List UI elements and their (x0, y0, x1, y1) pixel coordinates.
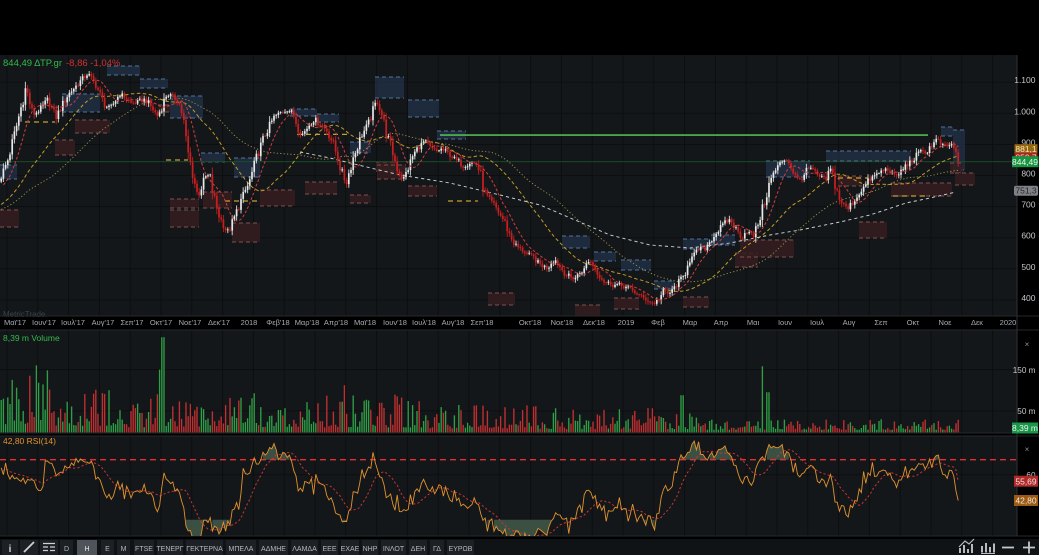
svg-text:55,69: 55,69 (1015, 476, 1037, 486)
svg-text:Νοε'17: Νοε'17 (179, 318, 202, 327)
svg-text:Δεκ'18: Δεκ'18 (583, 318, 605, 327)
svg-text:ΕΥΡΩΒ: ΕΥΡΩΒ (449, 546, 473, 553)
svg-text:400: 400 (1021, 293, 1035, 303)
svg-text:844,49: 844,49 (1012, 157, 1038, 167)
svg-text:1.100: 1.100 (1014, 75, 1036, 85)
svg-text:ΑΔΜΗΕ: ΑΔΜΗΕ (261, 546, 286, 553)
svg-text:844,49 ΔΤΡ.gr: 844,49 ΔΤΡ.gr (3, 58, 62, 69)
svg-text:2018: 2018 (241, 318, 258, 327)
svg-text:Οκτ: Οκτ (907, 318, 920, 327)
svg-text:42,80 RSI(14): 42,80 RSI(14) (3, 436, 56, 446)
svg-text:Μαρ: Μαρ (683, 318, 698, 327)
svg-text:Ιουν: Ιουν (778, 318, 792, 327)
svg-text:×: × (1025, 340, 1030, 349)
svg-text:×: × (1025, 445, 1030, 454)
svg-text:800: 800 (1021, 169, 1035, 179)
svg-text:ΓΔ: ΓΔ (433, 546, 441, 553)
svg-text:Σεπ'17: Σεπ'17 (121, 318, 144, 327)
svg-text:Μαρ'18: Μαρ'18 (295, 318, 320, 327)
svg-text:Οκτ'18: Οκτ'18 (519, 318, 541, 327)
svg-text:-8,86 -1,04%: -8,86 -1,04% (66, 58, 121, 69)
svg-text:ΝΗΡ: ΝΗΡ (363, 546, 378, 553)
svg-text:8,39 m: 8,39 m (1012, 423, 1038, 433)
svg-text:ΔΕΗ: ΔΕΗ (411, 546, 425, 553)
svg-text:2019: 2019 (618, 318, 635, 327)
svg-text:700: 700 (1021, 200, 1035, 210)
svg-text:Δεκ'17: Δεκ'17 (208, 318, 230, 327)
svg-text:Φεβ'18: Φεβ'18 (266, 318, 289, 327)
svg-text:Μαϊ'18: Μαϊ'18 (354, 318, 376, 327)
svg-text:ΓΕΚΤΕΡΝΑ: ΓΕΚΤΕΡΝΑ (186, 546, 223, 553)
svg-text:Αυγ'18: Αυγ'18 (442, 318, 465, 327)
svg-text:42,80: 42,80 (1015, 496, 1037, 506)
svg-text:50 m: 50 m (1017, 407, 1035, 416)
svg-text:ΤΕΝΕΡΓ: ΤΕΝΕΡΓ (156, 546, 183, 553)
svg-text:500: 500 (1021, 262, 1035, 272)
svg-text:i: i (9, 544, 12, 555)
svg-text:Απρ: Απρ (714, 318, 728, 327)
svg-text:Σεπ: Σεπ (874, 318, 887, 327)
svg-text:Μαι: Μαι (747, 318, 760, 327)
svg-text:Αυγ: Αυγ (843, 318, 856, 327)
svg-text:1.000: 1.000 (1014, 106, 1036, 116)
svg-text:Οκτ'17: Οκτ'17 (150, 318, 172, 327)
svg-text:Η: Η (84, 546, 89, 553)
svg-text:2020: 2020 (1000, 318, 1017, 327)
svg-text:Δεκ: Δεκ (971, 318, 983, 327)
svg-text:Ιουλ'18: Ιουλ'18 (412, 318, 436, 327)
svg-text:Μαϊ'17: Μαϊ'17 (4, 318, 26, 327)
svg-text:600: 600 (1021, 231, 1035, 241)
svg-text:ΙΝΛΟΤ: ΙΝΛΟΤ (383, 546, 405, 553)
svg-text:Απρ'18: Απρ'18 (324, 318, 348, 327)
svg-text:ΜΠΕΛΑ: ΜΠΕΛΑ (229, 546, 254, 553)
svg-text:Ιουλ: Ιουλ (810, 318, 824, 327)
svg-text:Αυγ'17: Αυγ'17 (92, 318, 115, 327)
svg-text:Φεβ: Φεβ (651, 318, 665, 327)
svg-text:8,39 m Volume: 8,39 m Volume (3, 333, 60, 343)
svg-text:ΕΧΑΕ: ΕΧΑΕ (341, 546, 360, 553)
svg-text:Νοε: Νοε (939, 318, 953, 327)
svg-text:FTSE: FTSE (135, 546, 153, 553)
svg-text:Ε: Ε (105, 546, 110, 553)
svg-text:Μ: Μ (121, 546, 127, 553)
svg-text:Νοε'18: Νοε'18 (551, 318, 574, 327)
svg-text:ΛΑΜΔΑ: ΛΑΜΔΑ (292, 546, 317, 553)
svg-text:751,3: 751,3 (1015, 186, 1037, 196)
svg-text:Ιουν'17: Ιουν'17 (32, 318, 56, 327)
svg-text:Ιουν'18: Ιουν'18 (383, 318, 407, 327)
svg-text:ΕΕΕ: ΕΕΕ (322, 546, 336, 553)
svg-text:Σεπ'18: Σεπ'18 (471, 318, 494, 327)
svg-text:150 m: 150 m (1013, 366, 1036, 375)
svg-text:Ιουλ'17: Ιουλ'17 (61, 318, 85, 327)
svg-text:D: D (64, 546, 69, 553)
